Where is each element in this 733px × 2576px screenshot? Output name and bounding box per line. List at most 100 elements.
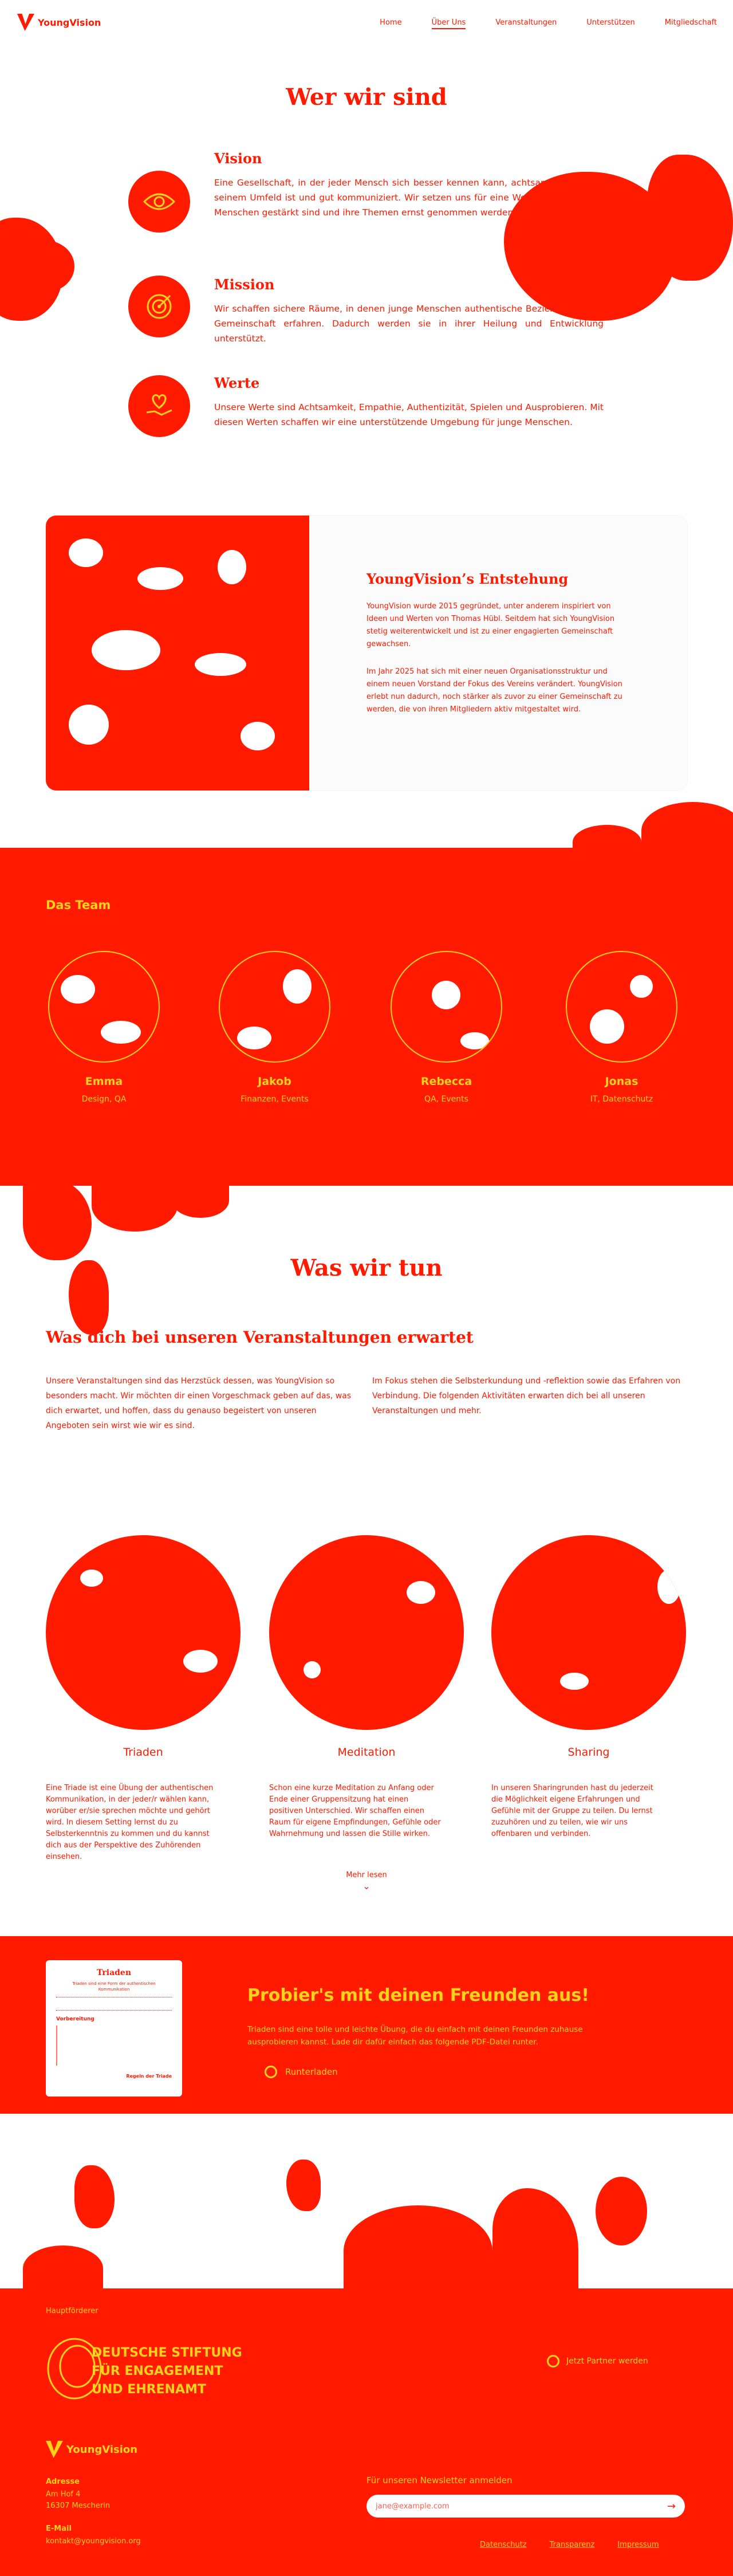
activities-intro-right: Im Fokus stehen die Selbsterkundung und … xyxy=(372,1377,681,1415)
target-icon xyxy=(147,294,172,319)
eye-icon xyxy=(143,193,176,210)
footer-logo-mark xyxy=(46,2441,63,2458)
address-line-1: Am Hof 4 xyxy=(46,2490,81,2499)
member-role: Design, QA xyxy=(81,1095,127,1104)
download-radio-icon xyxy=(265,2066,277,2078)
link-datenschutz[interactable]: Datenschutz xyxy=(480,2540,527,2549)
activities-title: Was wir tun xyxy=(290,1254,443,1281)
decorative-leaf-footer-4 xyxy=(492,2188,578,2291)
team-member: Jakob Finanzen, Events xyxy=(219,951,330,1104)
member-name: Emma xyxy=(85,1075,123,1088)
flyer-body xyxy=(56,2026,172,2066)
link-impressum[interactable]: Impressum xyxy=(617,2540,659,2549)
flyer-section: Vorbereitung xyxy=(56,2016,94,2022)
werte-text: Unsere Werte sind Achtsamkeit, Empathie,… xyxy=(214,402,604,427)
flyer-footer: Regeln der Triade xyxy=(126,2074,172,2079)
mission-text: Wir schaffen sichere Räume, in denen jun… xyxy=(214,304,604,344)
sponsor-name-line-3: UND EHRENAMT xyxy=(92,2382,206,2397)
activity-desc-meditation: Schon eine kurze Meditation zu Anfang od… xyxy=(269,1784,441,1838)
decorative-leaf-left xyxy=(23,1180,92,1260)
decorative-leaf-footer-1 xyxy=(74,2165,115,2228)
member-role: IT, Datenschutz xyxy=(590,1095,653,1104)
sponsor-name-line-2: FÜR ENGAGEMENT xyxy=(92,2364,223,2378)
address-line-2: 16307 Mescherin xyxy=(46,2502,111,2510)
vision-text: Eine Gesellschaft, in der jeder Mensch s… xyxy=(214,178,609,218)
nav-links: Home Über Uns Veranstaltungen Unterstütz… xyxy=(380,18,717,29)
decorative-leaf-left-4 xyxy=(172,1183,229,1218)
activity-name-sharing: Sharing xyxy=(568,1746,610,1759)
decorative-blob-right-2 xyxy=(647,155,733,281)
decorative-leaf-footer-2 xyxy=(286,2160,321,2211)
about-title: Wer wir sind xyxy=(286,84,447,111)
newsletter-label: Für unseren Newsletter anmelden xyxy=(366,2475,513,2485)
flyer-subtitle: Triaden sind eine Form der authentischen… xyxy=(72,1981,156,1992)
history-paragraph-2: Im Jahr 2025 hat sich mit einer neuen Or… xyxy=(366,667,622,714)
nav-item-ueber-uns[interactable]: Über Uns xyxy=(431,18,466,29)
vision-icon-circle xyxy=(128,171,190,233)
decorative-leaf-footer-3 xyxy=(344,2205,492,2297)
email-link[interactable]: kontakt@youngvision.org xyxy=(46,2537,141,2546)
logo[interactable]: YoungVision xyxy=(17,14,101,31)
triaden-image xyxy=(46,1535,241,1730)
team-member: Emma Design, QA xyxy=(48,951,160,1104)
arrow-right-icon[interactable]: → xyxy=(667,2500,676,2512)
footer-links: Datenschutz Transparenz Impressum xyxy=(480,2540,659,2549)
avatar xyxy=(219,951,330,1063)
address-label: Adresse xyxy=(46,2477,80,2486)
activity-name-meditation: Meditation xyxy=(337,1746,396,1759)
promo-text: Triaden sind eine tolle und leichte Übun… xyxy=(247,2025,583,2047)
nav-item-veranstaltungen[interactable]: Veranstaltungen xyxy=(495,18,557,29)
decorative-leaf-left-2 xyxy=(92,1180,178,1232)
mission-heading: Mission xyxy=(214,276,275,293)
promo-title: Probier's mit deinen Freunden aus! xyxy=(247,1985,589,2005)
activity-desc-triaden: Eine Triade ist eine Übung der authentis… xyxy=(46,1784,214,1861)
link-transparenz[interactable]: Transparenz xyxy=(550,2540,595,2549)
history-card: YoungVision’s Entstehung YoungVision wur… xyxy=(46,516,687,791)
nav-item-home[interactable]: Home xyxy=(380,18,401,29)
activity-desc-sharing: In unseren Sharingrunden hast du jederze… xyxy=(491,1784,653,1838)
newsletter-email-input[interactable]: jane@example.com → xyxy=(366,2495,685,2518)
werte-icon-circle xyxy=(128,375,190,437)
avatar xyxy=(48,951,160,1063)
top-navigation: YoungVision Home Über Uns Veranstaltunge… xyxy=(0,0,733,46)
more-label: Mehr lesen xyxy=(346,1871,387,1879)
avatar xyxy=(566,951,677,1063)
nav-item-mitgliedschaft[interactable]: Mitgliedschaft xyxy=(665,18,717,29)
member-name: Rebecca xyxy=(420,1075,472,1088)
partner-radio-icon xyxy=(547,2355,559,2367)
footer-logo[interactable]: YoungVision xyxy=(46,2441,137,2458)
avatar xyxy=(391,951,502,1063)
partner-button[interactable]: Jetzt Partner werden xyxy=(547,2355,648,2367)
sponsor-logo[interactable]: DEUTSCHE STIFTUNG FÜR ENGAGEMENT UND EHR… xyxy=(46,2329,315,2403)
activity-name-triaden: Triaden xyxy=(123,1746,163,1759)
logo-text: YoungVision xyxy=(38,17,101,28)
partner-label: Jetzt Partner werden xyxy=(566,2357,648,2366)
sponsor-label: Hauptförderer xyxy=(46,2307,98,2315)
heart-hand-icon xyxy=(146,394,172,416)
vision-heading: Vision xyxy=(214,150,262,167)
member-role: QA, Events xyxy=(424,1095,468,1104)
more-button[interactable]: Mehr lesen ⌄ xyxy=(0,1871,733,1891)
nav-item-unterstuetzen[interactable]: Unterstützen xyxy=(586,18,635,29)
decorative-leaf-footer-6 xyxy=(23,2245,103,2291)
team-title: Das Team xyxy=(46,898,111,912)
flyer-title: Triaden xyxy=(96,1968,132,1977)
download-label: Runterladen xyxy=(285,2067,338,2077)
chevron-down-icon: ⌄ xyxy=(362,1881,371,1891)
promo-section: Triaden Triaden sind eine Form der authe… xyxy=(0,1936,733,2114)
history-paragraph-1: YoungVision wurde 2015 gegründet, unter … xyxy=(366,602,615,648)
member-role: Finanzen, Events xyxy=(241,1095,309,1104)
member-name: Jakob xyxy=(258,1075,291,1088)
sharing-image xyxy=(491,1535,686,1730)
decorative-blob-left-2 xyxy=(17,241,74,292)
team-member: Rebecca QA, Events xyxy=(391,951,502,1104)
meditation-image xyxy=(269,1535,464,1730)
mission-icon-circle xyxy=(128,276,190,337)
newsletter-placeholder: jane@example.com xyxy=(376,2502,450,2511)
team-member: Jonas IT, Datenschutz xyxy=(566,951,677,1104)
download-button[interactable]: Runterladen xyxy=(265,2066,338,2078)
activities-subtitle: Was dich bei unseren Veranstaltungen erw… xyxy=(46,1328,474,1347)
footer: Hauptförderer DEUTSCHE STIFTUNG FÜR ENGA… xyxy=(0,2288,733,2576)
history-title: YoungVision’s Entstehung xyxy=(366,571,569,587)
member-name: Jonas xyxy=(605,1075,639,1088)
